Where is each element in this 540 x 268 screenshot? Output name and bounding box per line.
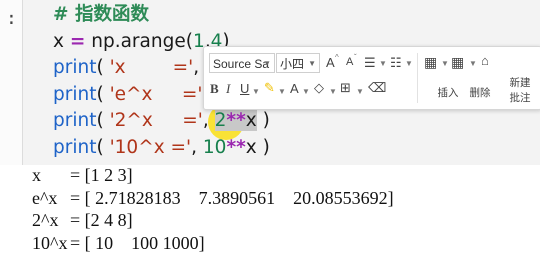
code-token: print [53, 83, 97, 105]
shrink-font-button[interactable]: A [346, 56, 353, 68]
output-name: e^x [32, 187, 58, 208]
bold-button[interactable]: B [210, 81, 219, 97]
chevron-down-icon: ▼ [263, 59, 271, 68]
code-token: ( [96, 83, 110, 105]
code-token: x ) [245, 136, 270, 158]
chevron-down-icon: ▼ [329, 87, 337, 96]
delete-table-icon[interactable]: ▦ [451, 54, 464, 71]
chevron-down-icon: ▼ [441, 59, 449, 68]
output-line: e^x = [ 2.71828183 7.3890561 20.08553692] [32, 187, 394, 210]
output-value: = [ 2.71828183 7.3890561 20.08553692] [70, 187, 394, 208]
code-token: # 指数函数 [53, 4, 149, 25]
fill-color-icon[interactable]: ◇ [314, 80, 324, 96]
numbered-list-icon[interactable]: ☷ [390, 55, 402, 71]
font-color-button[interactable]: A [290, 81, 299, 96]
output-line: x = [1 2 3] [32, 164, 394, 187]
eraser-icon[interactable]: ⌫ [368, 80, 386, 96]
delete-button[interactable]: 删除 [466, 85, 494, 100]
grow-font-button[interactable]: A [326, 55, 335, 70]
output-value: = [ 10 100 1000] [70, 232, 205, 253]
comment-icon[interactable]: ⌂ [481, 53, 489, 68]
insert-button[interactable]: 插入 [434, 85, 462, 100]
code-token: ** [226, 110, 246, 131]
output-name: 10^x [32, 232, 68, 253]
arrow-down-icon: ˇ [354, 53, 357, 62]
code-token: ( [96, 57, 110, 78]
chevron-down-icon: ▼ [379, 59, 387, 68]
output-value: = [1 2 3] [70, 165, 133, 185]
code-line: # 指数函数 [53, 2, 303, 29]
chevron-down-icon: ▼ [302, 87, 310, 96]
bullet-list-icon[interactable]: ☰ [364, 55, 376, 71]
chevron-down-icon: ▼ [469, 59, 477, 68]
borders-icon[interactable]: ⊞ [340, 80, 351, 96]
output-value: = [2 4 8] [70, 210, 133, 230]
code-token: 'e^x =' [109, 83, 203, 105]
chevron-down-icon: ▼ [405, 59, 413, 68]
cell-output: x = [1 2 3] e^x = [ 2.71828183 7.3890561 20… [32, 164, 394, 254]
code-token: 2 [214, 110, 227, 131]
output-line: 10^x = [ 10 100 1000] [32, 232, 394, 255]
highlighter-icon[interactable]: ✎ [264, 80, 275, 96]
code-token: print [53, 136, 97, 158]
code-token: , [191, 136, 203, 158]
divider [417, 53, 418, 103]
output-name: 2^x [32, 210, 59, 230]
code-token: = [69, 30, 86, 52]
code-line: print( '10^x =', 10**x ) [53, 135, 303, 162]
italic-button[interactable]: I [226, 81, 230, 97]
code-token: print [53, 110, 97, 131]
code-token: x [53, 30, 70, 52]
code-token: ( [96, 136, 110, 158]
arrow-up-icon: ^ [335, 53, 339, 62]
code-token: x [245, 110, 257, 131]
code-token: ** [226, 136, 246, 158]
code-token: '2^x =' [109, 110, 203, 131]
code-token: 'x =' [109, 57, 194, 78]
chevron-down-icon: ▼ [308, 59, 316, 68]
new-comment-label-2[interactable]: 批注 [504, 90, 536, 105]
output-line: 2^x = [2 4 8] [32, 209, 394, 232]
chevron-down-icon: ▼ [278, 87, 286, 96]
chevron-down-icon: ▼ [252, 87, 260, 96]
underline-button[interactable]: U [240, 81, 249, 96]
table-icon[interactable]: ▦ [424, 54, 437, 71]
code-token: , [202, 110, 215, 131]
code-token: print [53, 57, 97, 78]
code-token: ( [96, 110, 110, 131]
font-size-select[interactable]: 小四 ▼ [276, 53, 320, 73]
font-size-value: 小四 [280, 57, 305, 71]
chevron-down-icon: ▼ [356, 87, 364, 96]
new-comment-label-1[interactable]: 新建 [504, 75, 536, 90]
code-line: print( '2^x =', 2**x ) [53, 108, 303, 135]
code-token: np.arange( [85, 30, 193, 52]
floating-format-toolbar: Source Sa ▼ 小四 ▼ A ^ A ˇ ☰ ▼ ☷ ▼ ▦ ▼ ▦ ▼… [203, 46, 540, 110]
code-token: 10 [202, 136, 227, 158]
code-token: '10^x =' [109, 136, 192, 158]
font-family-select[interactable]: Source Sa ▼ [209, 53, 275, 73]
cell-prompt: : [6, 8, 17, 29]
code-token: ) [256, 110, 270, 131]
font-family-value: Source Sa [213, 57, 270, 71]
output-name: x [32, 165, 41, 185]
